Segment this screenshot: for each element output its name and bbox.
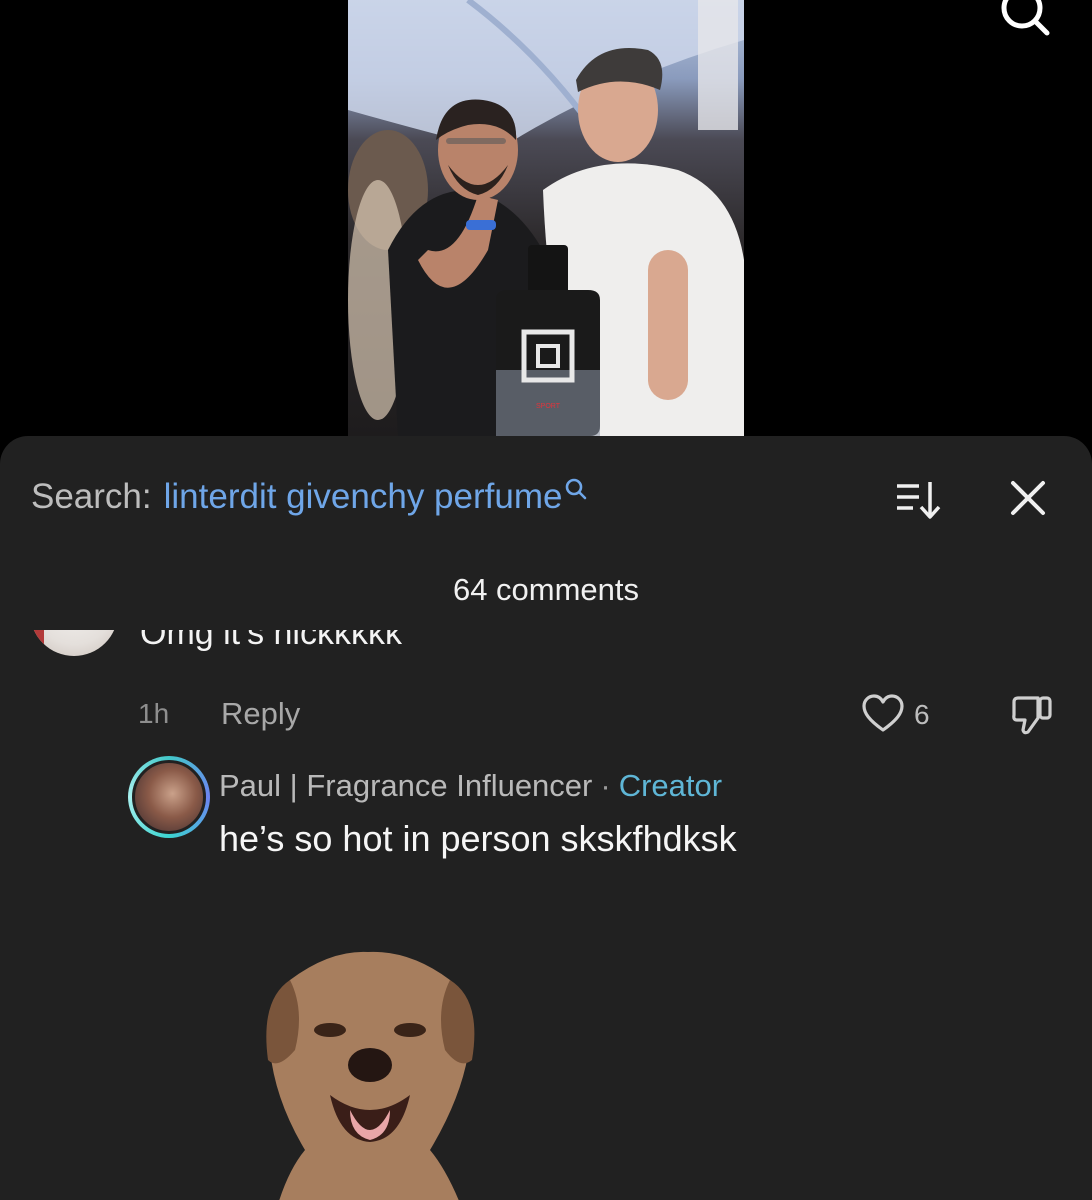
video-player[interactable]: SPORT xyxy=(0,0,1092,440)
avatar-image xyxy=(132,760,206,834)
search-icon xyxy=(566,478,587,500)
video-scene-illustration: SPORT xyxy=(348,0,744,436)
heart-icon[interactable] xyxy=(861,694,905,734)
comment-count: 64 comments xyxy=(452,572,640,607)
comments-list[interactable]: Omg it’s nickkkkk 1h Reply 6 Paul | Frag… xyxy=(0,630,1092,1200)
comment-actions: 1h Reply 6 xyxy=(138,694,1058,736)
reply-button[interactable]: Reply xyxy=(221,696,300,732)
search-query-text[interactable]: linterdit givenchy perfume xyxy=(164,477,563,517)
comment-text: Omg it’s nickkkkk xyxy=(140,630,402,652)
comment-item: Omg it’s nickkkkk 1h Reply 6 xyxy=(0,630,1092,754)
like-count: 6 xyxy=(914,699,930,730)
close-icon[interactable] xyxy=(1008,478,1048,518)
sheet-header: Search: linterdit givenchy perfume xyxy=(0,436,1092,556)
comments-sheet: Search: linterdit givenchy perfume 64 co… xyxy=(0,436,1092,1200)
reply-item: Paul | Fragrance Influencer · Creator he’s… xyxy=(0,756,1092,1196)
search-icon[interactable] xyxy=(996,0,1052,36)
thumbs-down-icon[interactable] xyxy=(1010,694,1054,736)
sort-icon[interactable] xyxy=(893,478,943,522)
avatar[interactable] xyxy=(128,756,210,838)
video-frame[interactable]: SPORT xyxy=(348,0,744,436)
reply-author-name[interactable]: Paul | Fragrance Influencer xyxy=(219,768,592,803)
comment-timestamp: 1h xyxy=(138,698,170,729)
search-prefix-label: Search: xyxy=(31,477,152,516)
perfume-label: SPORT xyxy=(536,403,561,410)
avatar[interactable] xyxy=(30,630,118,656)
creator-badge: Creator xyxy=(618,768,723,803)
reply-header: Paul | Fragrance Influencer · Creator xyxy=(219,768,722,804)
search-query-link[interactable]: Search: linterdit givenchy perfume xyxy=(31,474,588,520)
reply-separator: · xyxy=(600,768,611,803)
reply-text: he’s so hot in person skskfhdksk xyxy=(219,818,737,859)
dog-sticker-image xyxy=(266,951,475,1200)
